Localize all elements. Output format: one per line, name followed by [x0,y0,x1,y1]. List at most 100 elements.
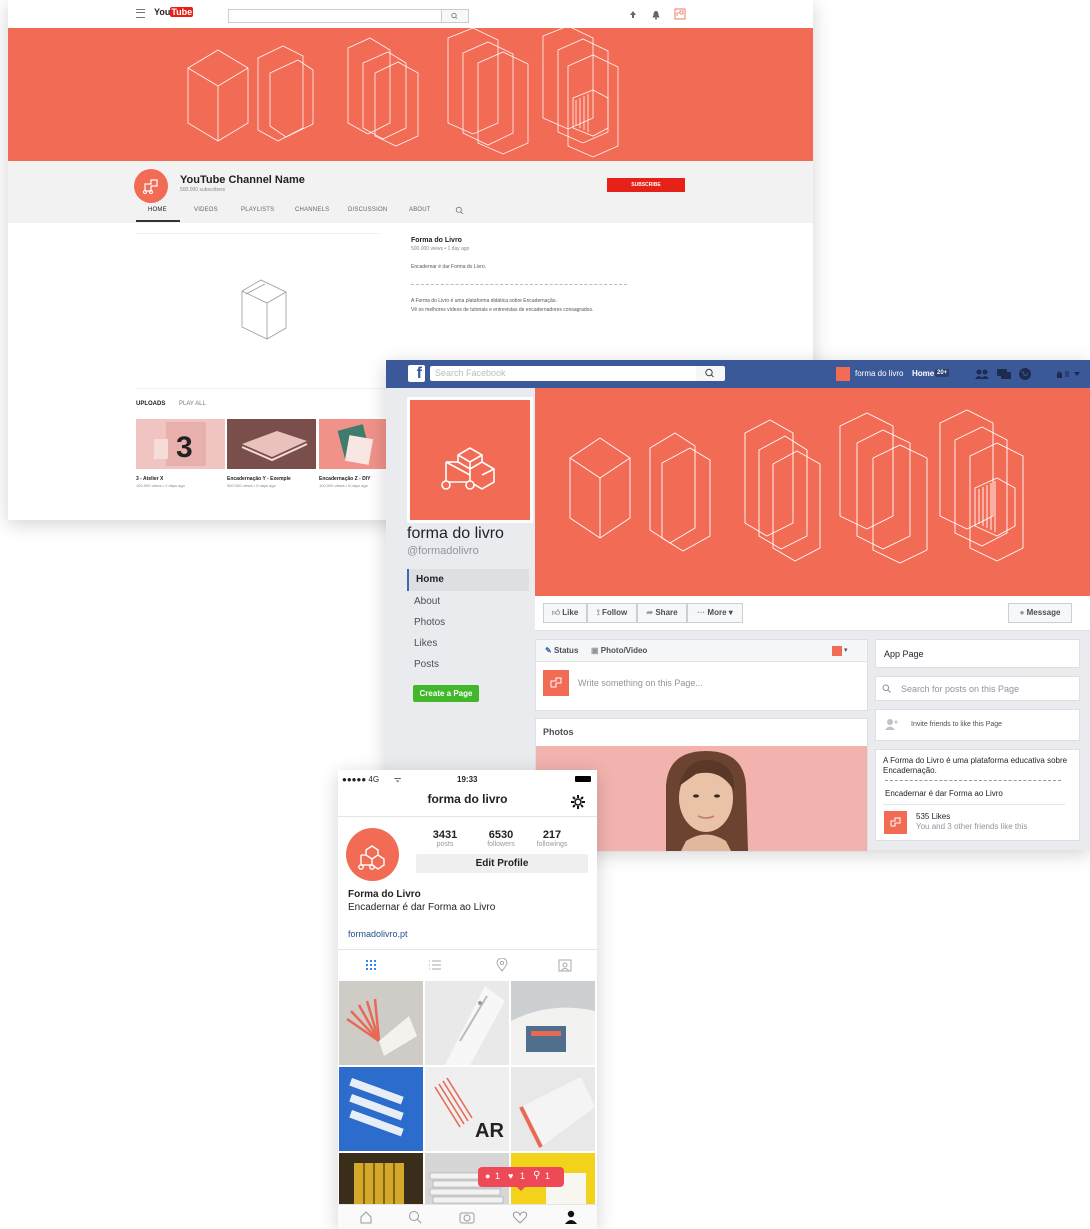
subscribe-button[interactable]: SUBSCRIBE [607,178,685,192]
list-view-icon[interactable] [428,959,442,971]
followings-count[interactable]: 217 [527,829,577,841]
messages-icon[interactable] [996,368,1012,380]
grid-photo[interactable] [511,981,595,1065]
sidebar-item-likes[interactable]: Likes [414,638,437,649]
tab-channels[interactable]: CHANNELS [295,207,329,213]
svg-text:AR: AR [475,1120,504,1142]
sidebar-item-posts[interactable]: Posts [414,659,439,670]
video-thumbnail[interactable] [319,419,388,469]
video-title[interactable]: 3 - Atelier X [136,476,163,482]
caret-down-icon[interactable]: ▾ [844,646,848,654]
likes-count[interactable]: 535 Likes [916,812,950,821]
tab-playlists[interactable]: PLAYLISTS [241,207,274,213]
facebook-logo-icon[interactable]: f [408,365,425,382]
search-icon[interactable] [408,1210,422,1224]
post-as-avatar[interactable] [832,646,842,656]
sidebar-item-label: Home [416,574,444,585]
followers-count[interactable]: 6530 [476,829,526,841]
grid-photo[interactable] [339,981,423,1065]
book-box-illustration [241,279,287,340]
app-page-card[interactable]: App Page [875,639,1080,668]
sidebar-item-photos[interactable]: Photos [414,617,445,628]
profile-thumbnail[interactable] [836,367,850,381]
profile-icon[interactable] [564,1209,578,1225]
bubble-pointer [516,1186,526,1191]
page-cover-photo[interactable] [535,388,1090,596]
location-pin-icon[interactable] [496,958,508,972]
home-link[interactable]: Home [912,369,934,378]
video-thumbnail[interactable] [227,419,316,469]
divider [885,780,1061,781]
followers-label: followers [487,841,515,848]
upload-icon[interactable] [628,10,638,20]
featured-tagline: Encadernar é dar Forma do Livro. [411,264,487,270]
grid-photo[interactable] [339,1067,423,1151]
about-tagline: Encadernar é dar Forma ao Livro [885,789,1003,798]
page-profile-picture[interactable] [407,397,533,523]
like-label: Like [562,608,579,617]
thumbs-up-icon: 👍︎ [551,608,561,617]
composer-input[interactable]: Write something on this Page... [578,678,703,688]
invite-friends-card[interactable]: Invite friends to like this Page [875,709,1080,741]
globe-icon[interactable] [1018,367,1032,381]
gear-icon[interactable] [570,794,586,810]
sidebar-item-home[interactable]: Home [407,569,529,591]
heart-icon[interactable] [512,1210,528,1224]
search-posts-input[interactable]: Search for posts on this Page [875,676,1080,701]
channel-avatar[interactable] [134,169,168,203]
tab-home[interactable]: HOME [148,207,167,213]
tagged-photos-icon[interactable] [558,958,572,972]
camera-icon[interactable] [459,1210,475,1224]
messenger-icon: ● [1019,608,1025,617]
follow-label: Follow [601,608,628,617]
video-title[interactable]: Encadernação Z - DIY [319,476,370,482]
profile-avatar[interactable] [346,828,399,881]
profile-link[interactable]: formadolivro.pt [348,929,408,939]
facebook-search-input[interactable]: Search Facebook [430,366,696,381]
grid-view-icon[interactable] [365,959,377,971]
forma-do-livro-logo-icon [358,845,385,870]
more-button[interactable]: ··· More ▾ [687,603,743,623]
video-title[interactable]: Encadernação Y - Exemple [227,476,291,482]
menu-icon[interactable] [136,9,145,18]
caret-down-icon: ▾ [728,608,733,617]
featured-title[interactable]: Forma do Livro [411,237,462,244]
tab-discussion[interactable]: DISCUSSION [348,207,387,213]
uploads-heading: UPLOADS [136,401,166,407]
share-button[interactable]: ➦ Share [637,603,687,623]
search-icon [705,368,714,378]
forma-do-livro-logo-icon [890,817,901,827]
follow-button[interactable]: ⟟ Follow [587,603,637,623]
youtube-search-button[interactable] [441,9,469,23]
grid-photo[interactable] [511,1067,595,1151]
home-icon[interactable] [359,1210,373,1224]
profile-link[interactable]: forma do livro [855,369,903,378]
grid-photo[interactable]: AR [425,1067,509,1151]
divider [136,388,386,389]
photo-video-tab[interactable]: ▣ Photo/Video [591,646,647,655]
play-all-link[interactable]: PLAY ALL [179,401,206,407]
bell-icon[interactable] [651,10,661,20]
settings-dropdown-icon[interactable] [1056,369,1084,379]
edit-profile-button[interactable]: Edit Profile [416,854,588,873]
create-page-button[interactable]: Create a Page [413,685,479,702]
tab-about[interactable]: ABOUT [409,207,431,213]
featured-meta: 500.000 views • 1 day ago [411,246,470,252]
wireframe-boxes-illustration [187,28,619,158]
video-thumbnail[interactable]: 3 [136,419,225,469]
grid-photo[interactable] [425,981,509,1065]
facebook-search-button[interactable] [696,366,725,381]
activity-notification-bubble[interactable]: ● 1 ♥ 1 ⚲ 1 [478,1167,564,1191]
message-button[interactable]: ● Message [1008,603,1072,623]
sidebar-item-about[interactable]: About [414,596,440,607]
tab-videos[interactable]: VIDEOS [194,207,218,213]
friend-requests-icon[interactable] [974,368,990,380]
status-tab[interactable]: ✎ Status [545,646,578,655]
youtube-channel-header: YouTube Channel Name 500.000 subscribers… [8,161,813,223]
channel-search-icon[interactable] [455,206,464,215]
youtube-search-input[interactable] [228,9,442,23]
account-avatar-icon[interactable] [674,8,686,20]
featured-video-player[interactable] [136,236,379,380]
like-button[interactable]: 👍︎ Like [543,603,587,623]
youtube-logo[interactable]: YouTube [154,7,194,17]
